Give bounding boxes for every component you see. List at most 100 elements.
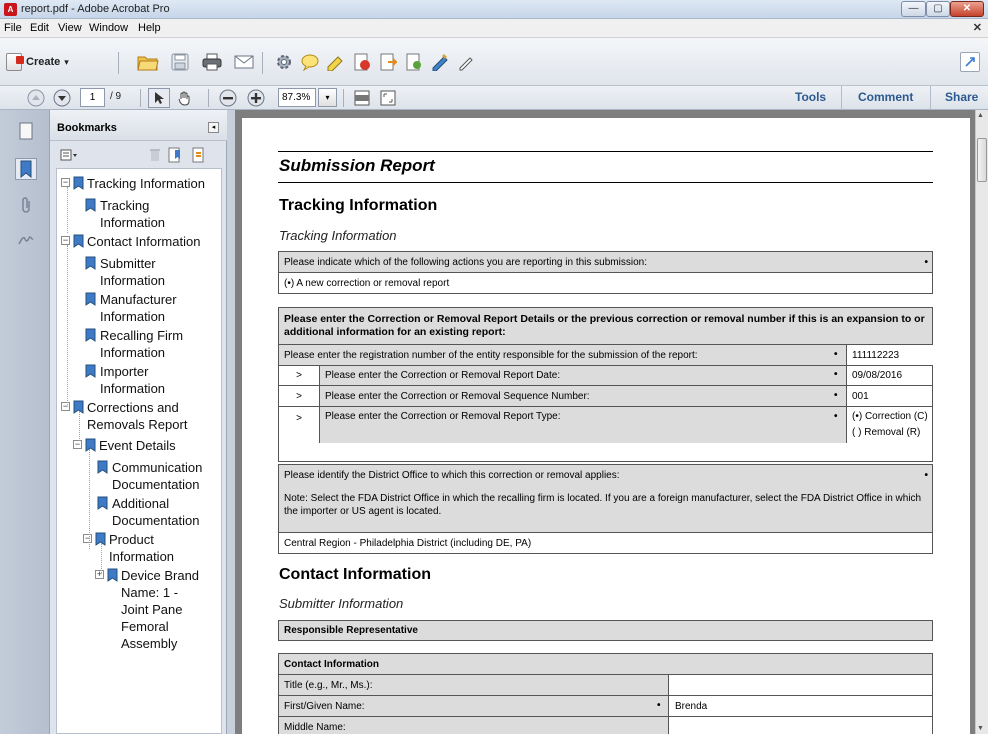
tab-tools[interactable]: Tools xyxy=(795,86,826,109)
title-rule-bottom xyxy=(278,182,933,183)
save-icon[interactable] xyxy=(168,50,192,74)
window-title: report.pdf - Adobe Acrobat Pro xyxy=(21,3,170,15)
signatures-icon[interactable] xyxy=(15,228,37,250)
bookmark-item[interactable]: Tracking Information xyxy=(85,197,217,231)
highlight-icon[interactable] xyxy=(324,50,348,74)
minimize-button[interactable]: — xyxy=(901,1,926,17)
district-answer: Central Region - Philadelphia District (… xyxy=(279,533,932,553)
hand-tool-icon[interactable] xyxy=(174,88,196,108)
attachments-paperclip-icon[interactable] xyxy=(15,194,37,216)
fullscreen-icon[interactable] xyxy=(378,88,398,108)
expand-icon[interactable]: + xyxy=(95,570,104,579)
comment-bubble-icon[interactable] xyxy=(298,50,322,74)
zoom-out-icon[interactable] xyxy=(218,88,238,108)
bookmark-label-line: Assembly xyxy=(121,636,178,651)
bookmarks-panel-icon[interactable] xyxy=(15,158,37,180)
close-document-icon[interactable]: ✕ xyxy=(973,21,982,34)
collapse-icon[interactable]: − xyxy=(61,402,70,411)
menu-edit[interactable]: Edit xyxy=(30,22,49,34)
chevron-down-icon: ▾ xyxy=(64,56,69,67)
report-type-question: Please enter the Correction or Removal R… xyxy=(319,407,846,443)
stamp-pdf-icon[interactable] xyxy=(350,50,374,74)
zoom-level-input[interactable]: 87.3% xyxy=(278,88,316,107)
collapse-icon[interactable]: − xyxy=(61,236,70,245)
acrobat-app-icon: A xyxy=(4,3,17,16)
vertical-scrollbar[interactable]: ▲ ▼ xyxy=(975,110,988,734)
menu-file[interactable]: File xyxy=(4,22,22,34)
panel-splitter[interactable] xyxy=(227,110,235,734)
bookmark-item[interactable]: − Event Details xyxy=(73,437,217,454)
bookmark-flag-icon xyxy=(73,234,84,248)
bookmark-label: Communication Documentation xyxy=(112,459,202,493)
expand-bookmark-icon[interactable] xyxy=(190,146,208,164)
sign-pen-icon[interactable] xyxy=(428,50,452,74)
select-cursor-icon[interactable] xyxy=(148,88,170,108)
bookmarks-close-icon[interactable]: ◂ xyxy=(208,122,219,133)
bookmark-item[interactable]: Manufacturer Information xyxy=(85,291,217,325)
bookmarks-title: Bookmarks xyxy=(57,122,117,134)
review-pdf-icon[interactable] xyxy=(402,50,426,74)
menu-help[interactable]: Help xyxy=(138,22,161,34)
bookmark-flag-icon xyxy=(97,460,108,474)
scroll-down-icon[interactable]: ▼ xyxy=(977,725,984,732)
document-view: Submission Report Tracking Information T… xyxy=(235,110,975,734)
menu-window[interactable]: Window xyxy=(89,22,128,34)
delete-bookmark-icon[interactable] xyxy=(146,146,164,164)
bookmark-item[interactable]: Importer Information xyxy=(85,363,217,397)
tree-connector-line xyxy=(79,411,80,441)
collapse-icon[interactable]: − xyxy=(73,440,82,449)
option-removal[interactable]: ( ) Removal (R) xyxy=(852,425,928,441)
bookmark-flag-icon xyxy=(73,176,84,190)
bookmark-item[interactable]: − Tracking Information xyxy=(61,175,217,192)
page-thumbnails-icon[interactable] xyxy=(15,120,37,142)
maximize-button[interactable]: ▢ xyxy=(926,1,950,17)
print-icon[interactable] xyxy=(200,50,224,74)
next-page-icon[interactable] xyxy=(52,88,72,108)
zoom-dropdown-icon[interactable]: ▾ xyxy=(318,88,337,107)
previous-page-icon[interactable] xyxy=(26,88,46,108)
bookmark-item[interactable]: Additional Documentation xyxy=(97,495,217,529)
page-number-input[interactable]: 1 xyxy=(80,88,105,107)
close-button[interactable]: ✕ xyxy=(950,1,984,17)
tab-share[interactable]: Share xyxy=(945,86,978,109)
collapse-icon[interactable]: − xyxy=(83,534,92,543)
bookmark-label-line: Information xyxy=(100,309,166,324)
bookmark-options-icon[interactable] xyxy=(58,146,80,164)
zoom-in-icon[interactable] xyxy=(246,88,266,108)
open-folder-icon[interactable] xyxy=(136,50,160,74)
bookmark-item[interactable]: − Product Information xyxy=(83,531,217,565)
bookmark-flag-icon xyxy=(85,328,96,342)
create-button[interactable]: Create ▾ xyxy=(6,52,69,72)
bookmark-item[interactable]: − Corrections and Removals Report xyxy=(61,399,217,433)
bookmark-label-line: Documentation xyxy=(112,513,200,528)
tab-comment[interactable]: Comment xyxy=(858,86,913,109)
bookmark-label-line: Information xyxy=(100,345,166,360)
required-marker: • xyxy=(834,349,838,360)
new-bookmark-icon[interactable] xyxy=(166,146,184,164)
tracking-heading: Tracking Information xyxy=(279,197,438,214)
bookmark-label-line: Importer xyxy=(100,364,149,379)
bookmark-item[interactable]: + Device Brand Name: 1 - Joint Pane Femoral A… xyxy=(95,567,217,652)
bookmark-item[interactable]: Recalling Firm Information xyxy=(85,327,217,361)
navigation-toolbar: 1 / 9 87.3% ▾ Tools Comment Share xyxy=(0,86,988,110)
bookmark-label-line: Contact Information xyxy=(87,234,201,249)
bookmark-item[interactable]: Submitter Information xyxy=(85,255,217,289)
menu-view[interactable]: View xyxy=(58,22,82,34)
settings-gear-icon[interactable] xyxy=(272,50,296,74)
export-pdf-icon[interactable] xyxy=(376,50,400,74)
option-correction[interactable]: (•) Correction (C) xyxy=(852,409,928,425)
email-icon[interactable] xyxy=(232,50,256,74)
acrobat-window: A report.pdf - Adobe Acrobat Pro — ▢ ✕ F… xyxy=(0,0,988,734)
collapse-icon[interactable]: − xyxy=(61,178,70,187)
bookmark-item[interactable]: Communication Documentation xyxy=(97,459,217,493)
bookmark-item[interactable]: − Contact Information xyxy=(61,233,217,250)
pencil-icon[interactable] xyxy=(454,50,478,74)
scroll-up-icon[interactable]: ▲ xyxy=(977,112,984,119)
registration-value: 111112223 xyxy=(846,345,933,365)
first-name-row: First/Given Name: • Brenda xyxy=(279,696,932,717)
expand-toolbar-icon[interactable] xyxy=(960,52,980,72)
bookmark-label: Importer Information xyxy=(100,363,165,397)
scroll-thumb[interactable] xyxy=(977,138,987,182)
title-label: Title (e.g., Mr., Ms.): xyxy=(279,675,669,695)
fit-width-icon[interactable] xyxy=(352,88,372,108)
